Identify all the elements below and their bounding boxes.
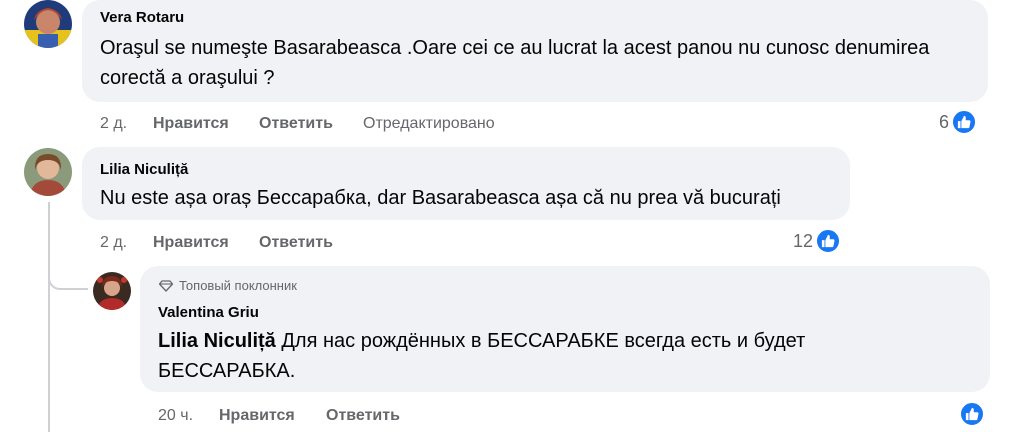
comment-time[interactable]: 2 д. — [100, 234, 127, 252]
reply-button[interactable]: Ответить — [259, 234, 333, 252]
reaction-count: 12 — [793, 230, 814, 251]
top-fan-badge: Топовый поклонник — [159, 278, 297, 293]
comment-actions-1: 2 д. Нравится Ответить Отредактировано — [100, 115, 800, 135]
comment-time[interactable]: 2 д. — [100, 115, 127, 133]
mention-link[interactable]: Lilia Niculiță — [158, 330, 276, 352]
thread-line-vertical — [48, 202, 50, 432]
comment-text: Oraşul se numeşte Basarabeasca .Oare cei… — [100, 37, 930, 89]
thumbs-up-icon — [959, 401, 985, 427]
avatar-vera-rotaru[interactable] — [24, 0, 72, 48]
avatar-valentina-griu[interactable] — [93, 272, 131, 310]
reply-text-container: Lilia Niculiță Для нас рождённых в БЕССА… — [158, 326, 878, 386]
avatar-image — [24, 0, 72, 48]
like-button[interactable]: Нравится — [219, 407, 295, 425]
comment-text: Nu este așa oraș Бессарабка, dar Basarab… — [100, 187, 781, 209]
thumbs-up-icon — [951, 109, 978, 135]
comment-author[interactable]: Lilia Niculiță — [100, 161, 188, 178]
like-button[interactable]: Нравится — [153, 115, 229, 133]
avatar-lilia-niculita[interactable] — [24, 148, 72, 196]
comment-bubble-1: Vera Rotaru Oraşul se numeşte Basarabeas… — [82, 0, 988, 102]
edited-label: Отредактировано — [363, 115, 495, 132]
diamond-fan-icon — [159, 279, 173, 292]
comment-author[interactable]: Vera Rotaru — [100, 9, 184, 26]
comment-actions-2: 2 д. Нравится Ответить — [100, 234, 500, 254]
reply-button[interactable]: Ответить — [259, 115, 333, 133]
thumbs-up-icon — [815, 228, 842, 254]
reply-actions: 20 ч. Нравится Ответить — [158, 407, 558, 427]
avatar-image — [24, 148, 72, 196]
top-fan-label: Топовый поклонник — [179, 278, 297, 293]
avatar-image — [93, 272, 131, 310]
comment-bubble-2: Lilia Niculiță Nu este așa oraș Бессараб… — [82, 147, 850, 220]
reaction-summary-3[interactable] — [957, 401, 985, 427]
reply-author[interactable]: Valentina Griu — [158, 304, 259, 321]
thread-line-branch — [48, 268, 88, 290]
reaction-summary-2[interactable]: 12 — [793, 228, 842, 254]
like-button[interactable]: Нравится — [153, 234, 229, 252]
reply-button[interactable]: Ответить — [326, 407, 400, 425]
reply-bubble: Топовый поклонник Valentina Griu Lilia N… — [140, 266, 990, 392]
reaction-count: 6 — [939, 111, 950, 132]
reply-time[interactable]: 20 ч. — [158, 407, 193, 425]
reaction-summary-1[interactable]: 6 — [939, 109, 978, 135]
